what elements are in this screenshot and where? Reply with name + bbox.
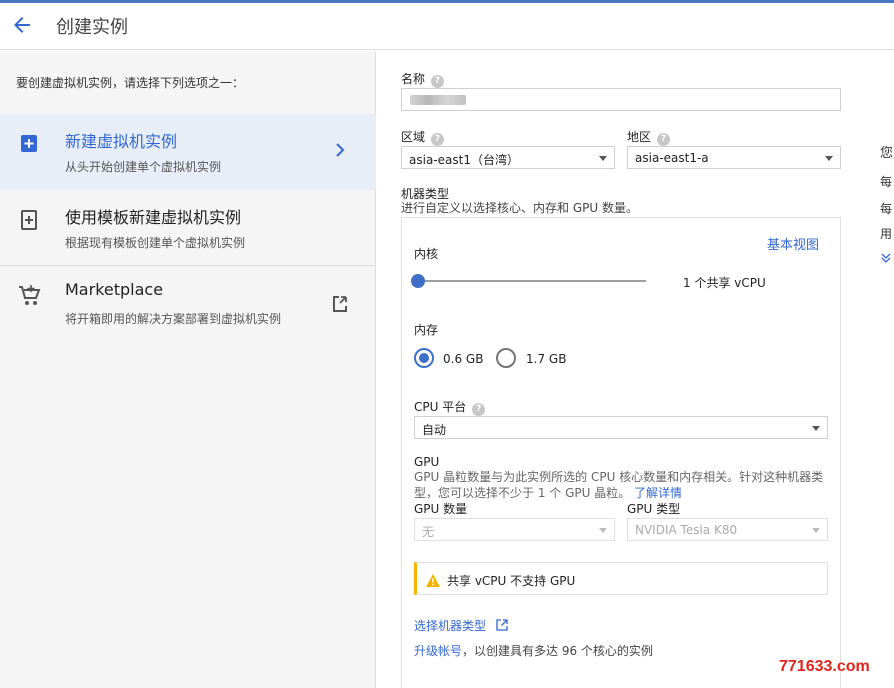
gpu-count-label: GPU 数量: [414, 502, 468, 516]
region-label: 区域?: [401, 128, 445, 146]
gpu-warning: 共享 vCPU 不支持 GPU: [414, 562, 828, 595]
memory-radio-0.6gb[interactable]: [414, 348, 434, 368]
upgrade-note: 升级帐号，以创建具有多达 96 个核心的实例: [414, 644, 653, 658]
warning-text: 共享 vCPU 不支持 GPU: [447, 574, 576, 588]
right-panel-cut-text: 用: [880, 227, 893, 241]
redacted-value: [410, 95, 466, 105]
watermark: 771633.com: [779, 658, 870, 675]
expand-more-icon[interactable]: [880, 252, 892, 267]
cores-value: 1 个共享 vCPU: [683, 276, 766, 290]
help-icon[interactable]: ?: [431, 75, 445, 88]
name-label: 名称?: [401, 70, 445, 88]
gpu-type-label: GPU 类型: [627, 502, 681, 516]
gpu-type-select: NVIDIA Tesla K80: [627, 518, 828, 541]
memory-radio-1.7gb[interactable]: [496, 348, 516, 368]
right-panel-cut-text: 您: [880, 146, 894, 161]
creation-options-sidebar: 要创建虚拟机实例，请选择下列选项之一： 新建虚拟机实例 从头开始创建单个虚拟机实…: [0, 51, 376, 688]
right-panel-cut-text: 每: [880, 175, 893, 189]
gpu-title: GPU: [414, 455, 440, 469]
cores-label: 内核: [414, 247, 439, 261]
page-title: 创建实例: [56, 17, 128, 38]
basic-view-link[interactable]: 基本视图: [767, 234, 819, 253]
dropdown-caret-icon: [825, 156, 833, 161]
warning-icon: [426, 572, 440, 587]
back-arrow-icon[interactable]: [10, 13, 34, 37]
option-title: 使用模板新建虚拟机实例: [65, 208, 242, 227]
cpu-platform-label: CPU 平台?: [414, 398, 486, 416]
option-subtitle: 从头开始创建单个虚拟机实例: [65, 160, 222, 174]
option-subtitle: 根据现有模板创建单个虚拟机实例: [65, 236, 246, 250]
zone-label: 地区?: [627, 128, 671, 146]
option-subtitle: 将开箱即用的解决方案部署到虚拟机实例: [65, 312, 282, 326]
cores-slider-track[interactable]: [418, 280, 646, 282]
cpu-platform-select[interactable]: 自动: [414, 416, 828, 439]
cart-icon: [17, 284, 41, 308]
option-title: 新建虚拟机实例: [65, 132, 178, 151]
learn-more-link[interactable]: 了解详情: [634, 486, 682, 500]
help-icon[interactable]: ?: [431, 133, 445, 146]
gpu-description: GPU 晶粒数量与为此实例所选的 CPU 核心数量和内存相关。针对这种机器类型，…: [414, 470, 824, 500]
dropdown-caret-icon: [812, 426, 820, 431]
right-panel-cut-text: 每: [880, 202, 893, 216]
option-from-template[interactable]: 使用模板新建虚拟机实例 根据现有模板创建单个虚拟机实例: [0, 190, 376, 266]
dropdown-caret-icon: [812, 528, 820, 533]
help-icon[interactable]: ?: [472, 403, 486, 416]
zone-select[interactable]: asia-east1-a: [627, 146, 841, 169]
option-marketplace[interactable]: Marketplace 将开箱即用的解决方案部署到虚拟机实例: [0, 266, 376, 342]
memory-option-label: 1.7 GB: [526, 352, 567, 366]
dropdown-caret-icon: [599, 156, 607, 161]
select-machine-type-link[interactable]: 选择机器类型: [414, 617, 508, 634]
option-title: Marketplace: [65, 280, 164, 299]
help-icon[interactable]: ?: [657, 133, 671, 146]
template-add-icon: [17, 208, 41, 232]
gpu-count-select: 无: [414, 518, 615, 541]
open-in-new-icon: [496, 619, 508, 634]
open-external-icon: [329, 293, 351, 315]
chevron-right-icon: [330, 140, 350, 160]
sidebar-intro: 要创建虚拟机实例，请选择下列选项之一：: [16, 76, 245, 90]
dropdown-caret-icon: [599, 528, 607, 533]
header: 创建实例: [0, 3, 894, 50]
upgrade-account-link[interactable]: 升级帐号: [414, 644, 462, 658]
option-new-vm-instance[interactable]: 新建虚拟机实例 从头开始创建单个虚拟机实例: [0, 114, 376, 190]
memory-label: 内存: [414, 323, 439, 337]
region-select[interactable]: asia-east1（台湾）: [401, 146, 615, 169]
machine-type-desc: 进行自定义以选择核心、内存和 GPU 数量。: [401, 201, 638, 215]
cores-slider-thumb[interactable]: [411, 274, 425, 288]
add-box-icon: [17, 132, 41, 156]
memory-option-label: 0.6 GB: [443, 352, 484, 366]
name-input[interactable]: [401, 88, 841, 111]
